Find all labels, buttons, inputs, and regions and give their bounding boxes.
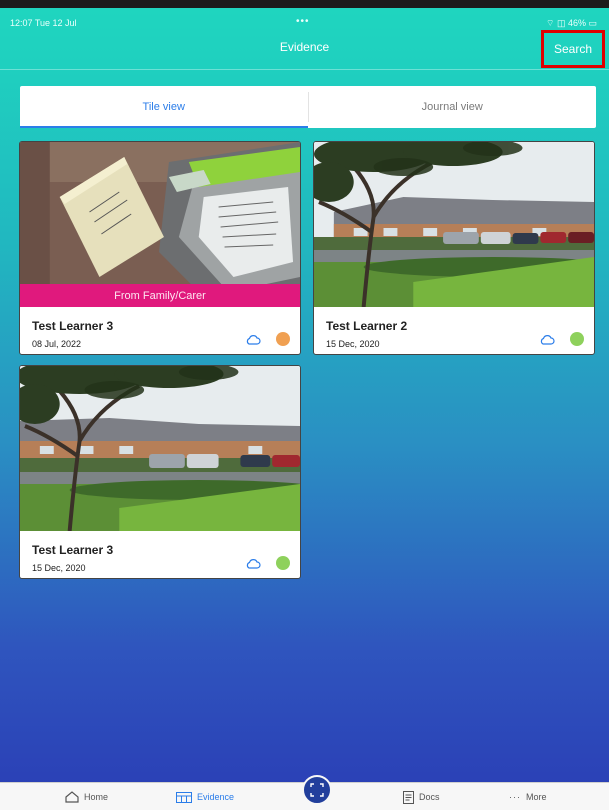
tab-more[interactable]: ··· More — [509, 783, 547, 810]
home-icon — [65, 791, 79, 803]
tab-docs[interactable]: Docs — [403, 783, 440, 810]
tab-home[interactable]: Home — [65, 783, 108, 810]
evidence-date: 15 Dec, 2020 — [326, 339, 380, 349]
status-dot — [570, 332, 584, 346]
view-segmented-control: Tile view Journal view — [20, 86, 596, 128]
tab-journal-view-label: Journal view — [421, 101, 483, 113]
search-button-label: Search — [553, 42, 593, 56]
more-icon: ··· — [509, 792, 521, 802]
tab-evidence[interactable]: Evidence — [176, 783, 234, 810]
scan-button[interactable] — [302, 775, 332, 805]
tab-more-label: More — [526, 792, 547, 802]
learner-name: Test Learner 3 — [32, 319, 114, 333]
tab-tile-view-label: Tile view — [142, 101, 185, 113]
evidence-photo-building — [314, 142, 594, 307]
cloud-icon — [246, 335, 261, 345]
tab-home-label: Home — [84, 792, 109, 802]
evidence-photo-notebook — [20, 142, 300, 307]
source-banner-label: From Family/Carer — [114, 289, 206, 302]
evidence-icon — [176, 791, 192, 803]
tab-journal-view[interactable]: Journal view — [309, 86, 597, 128]
tab-evidence-label: Evidence — [197, 792, 235, 802]
status-dot — [276, 332, 290, 346]
evidence-card[interactable]: Test Learner 3 15 Dec, 2020 — [19, 365, 301, 579]
multitask-dots[interactable]: ••• — [296, 16, 310, 27]
status-dot — [276, 556, 290, 570]
status-time: 12:07 Tue 12 Jul — [10, 18, 77, 28]
source-banner: From Family/Carer — [20, 284, 300, 307]
tab-docs-label: Docs — [419, 792, 440, 802]
page-title: Evidence — [279, 40, 330, 54]
docs-icon — [403, 790, 414, 804]
cloud-icon — [540, 335, 555, 345]
evidence-photo-building — [20, 366, 300, 531]
evidence-card[interactable]: Test Learner 2 15 Dec, 2020 — [313, 141, 595, 355]
evidence-date: 15 Dec, 2020 — [32, 563, 86, 573]
tab-tile-view[interactable]: Tile view — [20, 86, 308, 128]
status-battery: ⌔ ◫ 46% ▭ — [546, 18, 597, 28]
search-button[interactable]: Search — [541, 30, 605, 68]
scan-icon — [310, 783, 324, 797]
evidence-date: 08 Jul, 2022 — [32, 339, 82, 349]
learner-name: Test Learner 2 — [326, 319, 408, 333]
evidence-card[interactable]: From Family/Carer Test Learner 3 08 Jul,… — [19, 141, 301, 355]
nav-divider — [0, 69, 609, 70]
status-bar: 12:07 Tue 12 Jul ••• ⌔ ◫ 46% ▭ — [0, 8, 609, 34]
learner-name: Test Learner 3 — [32, 543, 114, 557]
top-bezel — [0, 0, 609, 8]
cloud-icon — [246, 559, 261, 569]
app-screen: 12:07 Tue 12 Jul ••• ⌔ ◫ 46% ▭ Evidence … — [0, 0, 609, 810]
